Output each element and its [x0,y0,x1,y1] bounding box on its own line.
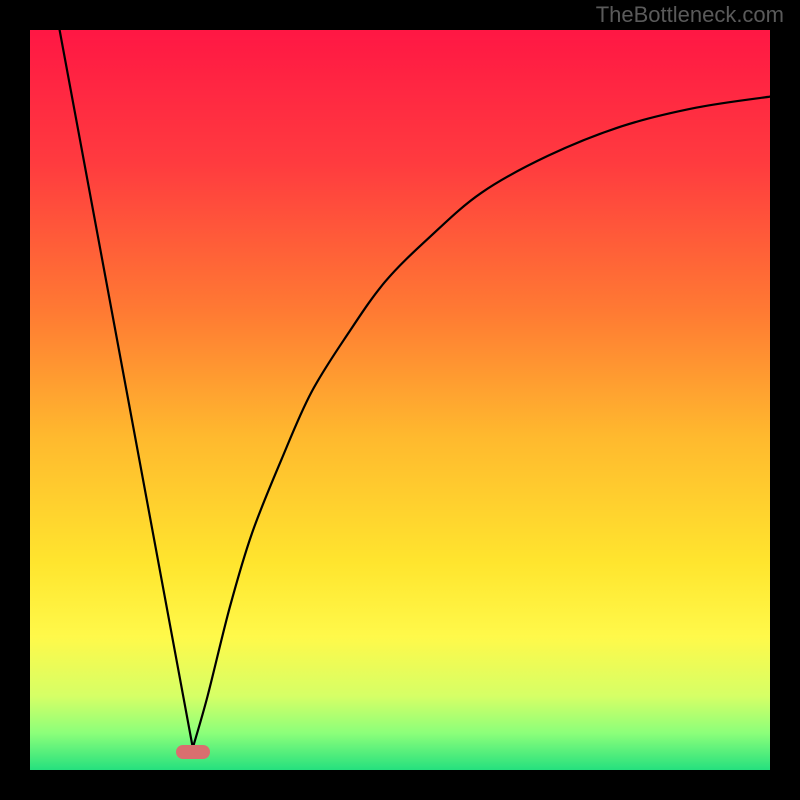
chart-frame: TheBottleneck.com [0,0,800,800]
bottleneck-curve [30,30,770,770]
curve-minimum-marker [176,745,210,759]
plot-area [30,30,770,770]
watermark-text: TheBottleneck.com [596,2,784,28]
